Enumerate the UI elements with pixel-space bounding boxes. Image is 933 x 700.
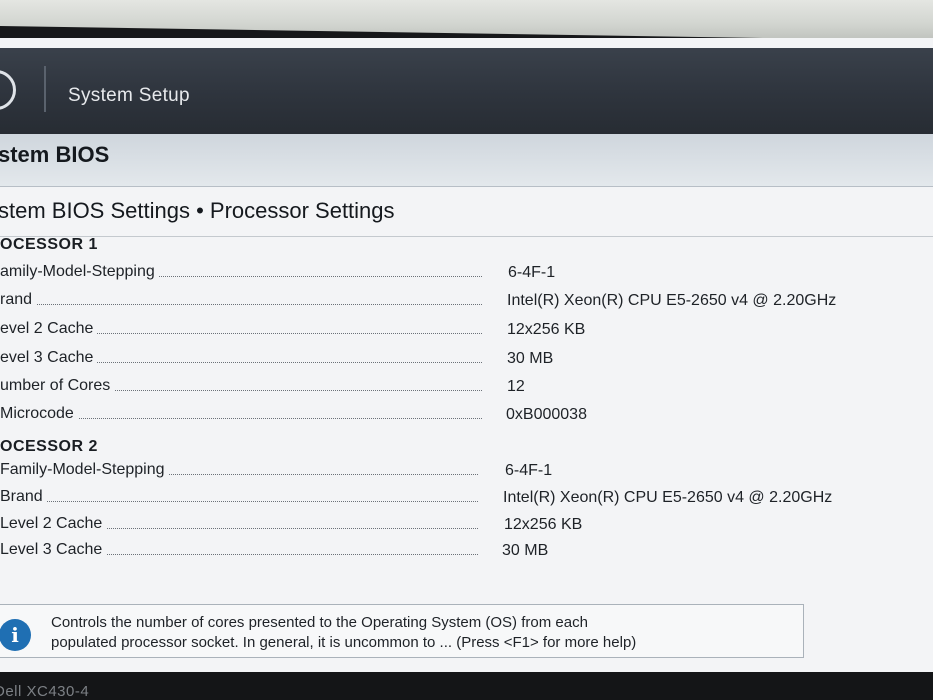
setting-label: amily-Model-Stepping [0,263,159,281]
monitor-bezel-bottom [0,672,933,700]
leader-dots [0,304,482,305]
help-panel: i Controls the number of cores presented… [0,604,804,658]
device-model-label: Dell XC430-4 [0,683,90,700]
setting-label: Brand [0,488,47,506]
app-title: System Setup [68,85,190,106]
setting-value: 6-4F-1 [508,264,556,281]
leader-dots [0,501,478,502]
info-icon: i [0,619,31,651]
processor2-row[interactable]: Brand Intel(R) Xeon(R) CPU E5-2650 v4 @ … [0,488,933,512]
processor2-row[interactable]: Level 3 Cache 30 MB [0,541,933,565]
setting-value: 12 [507,378,525,395]
setting-label: evel 2 Cache [0,320,98,338]
setting-value: 30 MB [502,542,549,559]
page-title: stem BIOS Settings • Processor Settings [0,198,395,223]
setting-label: rand [0,291,37,309]
app-header: System Setup [0,48,933,134]
setting-label: Microcode [0,405,78,423]
help-line-2: populated processor socket. In general, … [51,634,637,651]
setting-value: Intel(R) Xeon(R) CPU E5-2650 v4 @ 2.20GH… [507,292,837,309]
setting-value: 0xB000038 [506,406,587,423]
help-line-1: Controls the number of cores presented t… [51,614,588,631]
processor2-row[interactable]: Level 2 Cache 12x256 KB [0,515,933,539]
processor1-row[interactable]: umber of Cores 12 [0,377,933,401]
setting-value: 30 MB [507,350,554,367]
processor2-heading: OCESSOR 2 [0,438,98,455]
processor1-heading: OCESSOR 1 [0,236,98,253]
menu-title: stem BIOS [0,142,110,167]
setting-label: umber of Cores [0,377,115,395]
setting-value: Intel(R) Xeon(R) CPU E5-2650 v4 @ 2.20GH… [503,489,833,506]
bios-screen: System Setup stem BIOS stem BIOS Setting… [0,38,933,678]
processor1-row[interactable]: evel 2 Cache 12x256 KB [0,320,933,344]
setting-label: Level 3 Cache [0,541,107,559]
processor1-row[interactable]: Microcode 0xB000038 [0,405,933,429]
setting-label: evel 3 Cache [0,349,98,367]
dell-logo-icon [0,70,16,110]
processor2-row[interactable]: Family-Model-Stepping 6-4F-1 [0,461,933,485]
title-divider [0,236,933,237]
processor1-row[interactable]: amily-Model-Stepping 6-4F-1 [0,263,933,287]
setting-value: 6-4F-1 [505,462,553,479]
help-text: Controls the number of cores presented t… [51,613,791,653]
processor1-row[interactable]: evel 3 Cache 30 MB [0,349,933,373]
setting-label: Family-Model-Stepping [0,461,169,479]
header-divider [44,66,46,112]
setting-value: 12x256 KB [504,516,583,533]
setting-label: Level 2 Cache [0,515,107,533]
processor1-row[interactable]: rand Intel(R) Xeon(R) CPU E5-2650 v4 @ 2… [0,291,933,315]
menu-band [0,134,933,187]
setting-value: 12x256 KB [507,321,586,338]
